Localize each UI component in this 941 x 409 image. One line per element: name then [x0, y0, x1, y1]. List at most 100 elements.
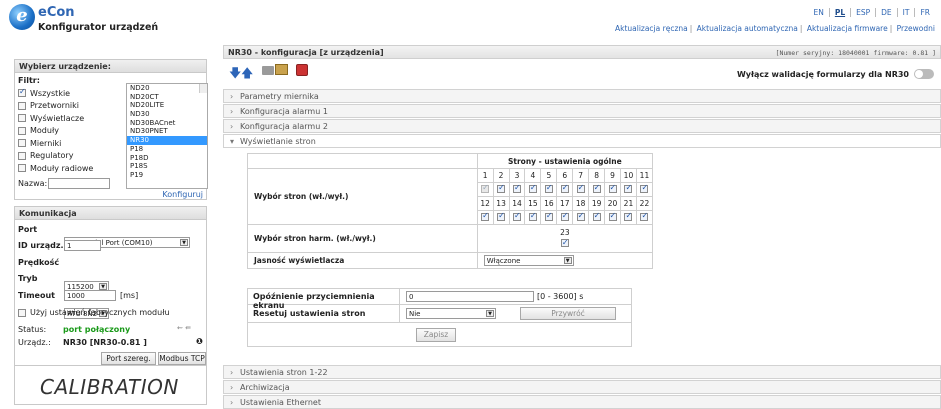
device-info-value: NR30 [NR30-0.81 ] [63, 338, 147, 347]
checkbox-icon[interactable] [18, 164, 26, 173]
device-item[interactable]: P18D [127, 154, 207, 163]
download-icon[interactable]: 🡇 [229, 64, 241, 85]
page-checkbox[interactable] [640, 183, 649, 193]
save-button[interactable]: Zapisz [416, 328, 456, 342]
lang-it[interactable]: IT [896, 8, 915, 17]
factory-settings-option[interactable]: Użyj ustawień fabrycznych modułu [18, 308, 170, 317]
serial-port-button[interactable]: Port szereg. [101, 352, 156, 365]
section-alarm2[interactable]: › Konfiguracja alarmu 2 [223, 119, 941, 133]
harm-page-checkbox[interactable] [560, 237, 569, 249]
device-item[interactable]: ND20 [127, 84, 207, 93]
filter-controllers[interactable]: Regulatory [18, 150, 123, 163]
device-item[interactable]: ND30PNET [127, 127, 207, 136]
modbus-tcp-button[interactable]: Modbus TCP [158, 352, 206, 365]
section-pages-1-22[interactable]: › Ustawienia stron 1-22 [223, 365, 941, 379]
lang-de[interactable]: DE [875, 8, 897, 17]
validation-toggle[interactable] [914, 69, 934, 79]
page-checkbox[interactable] [497, 211, 506, 221]
device-item[interactable]: ND30 [127, 110, 207, 119]
section-ethernet[interactable]: › Ustawienia Ethernet [223, 395, 941, 409]
chevron-down-icon[interactable]: ▼ [180, 239, 188, 246]
page-checkbox[interactable] [481, 211, 490, 221]
page-checkbox[interactable] [544, 183, 553, 193]
device-item[interactable]: ND20CT [127, 93, 207, 102]
open-folder-icon[interactable] [275, 64, 288, 75]
device-panel-title: Wybierz urządzenie: [15, 60, 206, 73]
chevron-down-icon[interactable]: ▼ [486, 310, 494, 317]
device-item[interactable]: P18 [127, 145, 207, 154]
chevron-right-icon: › [230, 107, 234, 116]
page-checkbox[interactable] [592, 183, 601, 193]
filter-transducers[interactable]: Przetworniki [18, 100, 123, 113]
info-icon[interactable]: ❶ [196, 337, 203, 346]
device-item[interactable]: P18S [127, 162, 207, 171]
page-checkbox[interactable] [528, 183, 537, 193]
dim-delay-input[interactable]: 0 [406, 291, 534, 302]
lang-pl[interactable]: PL [828, 8, 850, 17]
filter-meters[interactable]: Mierniki [18, 137, 123, 150]
section-alarm1[interactable]: › Konfiguracja alarmu 1 [223, 104, 941, 118]
page-checkbox[interactable] [624, 183, 633, 193]
page-checkbox[interactable] [497, 183, 506, 193]
restore-button[interactable]: Przywróć [520, 307, 616, 320]
section-page-display[interactable]: ▾ Wyświetlanie stron [223, 134, 941, 148]
page-checkbox[interactable] [512, 211, 521, 221]
device-item[interactable]: ND20LITE [127, 101, 207, 110]
save-disk-icon[interactable] [262, 66, 274, 75]
device-list[interactable]: ND20 ND20CT ND20LITE ND30 ND30BACnet ND3… [126, 83, 208, 189]
page-checkbox[interactable] [528, 211, 537, 221]
checkbox-icon[interactable] [18, 139, 26, 148]
auto-update-link[interactable]: Aktualizacja automatyczna [697, 24, 798, 33]
guide-link[interactable]: Przewodni [897, 24, 935, 33]
report-icon[interactable] [296, 64, 308, 76]
lang-esp[interactable]: ESP [850, 8, 875, 17]
page-checkbox[interactable] [512, 183, 521, 193]
lang-fr[interactable]: FR [914, 8, 935, 17]
comm-panel: Komunikacja Port USB Serial Port (COM10)… [14, 206, 207, 366]
page-checkbox[interactable] [640, 211, 649, 221]
page-checkbox[interactable] [576, 211, 585, 221]
device-item-selected[interactable]: NR30 [127, 136, 207, 145]
timeout-input[interactable]: 1000 [64, 290, 116, 301]
firmware-update-link[interactable]: Aktualizacja firmware [807, 24, 888, 33]
lang-en[interactable]: EN [808, 8, 828, 17]
device-list-scrollbar[interactable] [199, 84, 207, 93]
page-checkbox[interactable] [608, 211, 617, 221]
page-checkbox[interactable] [608, 183, 617, 193]
device-item[interactable]: P19 [127, 171, 207, 180]
checkbox-icon[interactable] [18, 87, 26, 98]
filter-all[interactable]: Wszystkie [18, 87, 123, 100]
checkbox-icon[interactable] [18, 308, 26, 317]
checkbox-icon[interactable] [18, 151, 26, 160]
device-item[interactable]: ND30BACnet [127, 119, 207, 128]
chevron-down-icon[interactable]: ▼ [99, 283, 107, 290]
name-filter-input[interactable] [48, 178, 110, 189]
dim-delay-label: Opóźnienie przyciemnienia ekranu [247, 288, 400, 310]
manual-update-link[interactable]: Aktualizacja ręczna [615, 24, 688, 33]
table-title: Strony - ustawienia ogólne [476, 153, 654, 169]
filter-radio-modules[interactable]: Moduły radiowe [18, 162, 123, 175]
chevron-right-icon: › [230, 92, 234, 101]
brightness-select[interactable]: Włączone ▼ [483, 255, 574, 266]
configure-link[interactable]: Konfiguruj [162, 190, 203, 199]
page-checkbox[interactable] [481, 183, 490, 193]
page-checkbox[interactable] [560, 183, 569, 193]
page-checkbox[interactable] [544, 211, 553, 221]
filter-modules[interactable]: Moduły [18, 125, 123, 138]
app-logo-text: eCon [38, 5, 75, 20]
checkbox-icon[interactable] [18, 126, 26, 135]
checkbox-icon[interactable] [18, 114, 26, 123]
checkbox-icon[interactable] [18, 101, 26, 110]
section-archiving[interactable]: › Archiwizacja [223, 380, 941, 394]
econ-logo-icon: e [9, 4, 35, 30]
filter-displays[interactable]: Wyświetlacze [18, 112, 123, 125]
device-id-input[interactable]: 1 [64, 240, 101, 251]
page-checkbox[interactable] [592, 211, 601, 221]
page-checkbox[interactable] [624, 211, 633, 221]
page-checkbox[interactable] [560, 211, 569, 221]
section-meter-params[interactable]: › Parametry miernika [223, 89, 941, 103]
reset-pages-select[interactable]: Nie ▼ [406, 308, 496, 319]
upload-icon[interactable]: 🡅 [241, 64, 253, 85]
chevron-down-icon[interactable]: ▼ [563, 257, 572, 264]
page-checkbox[interactable] [576, 183, 585, 193]
